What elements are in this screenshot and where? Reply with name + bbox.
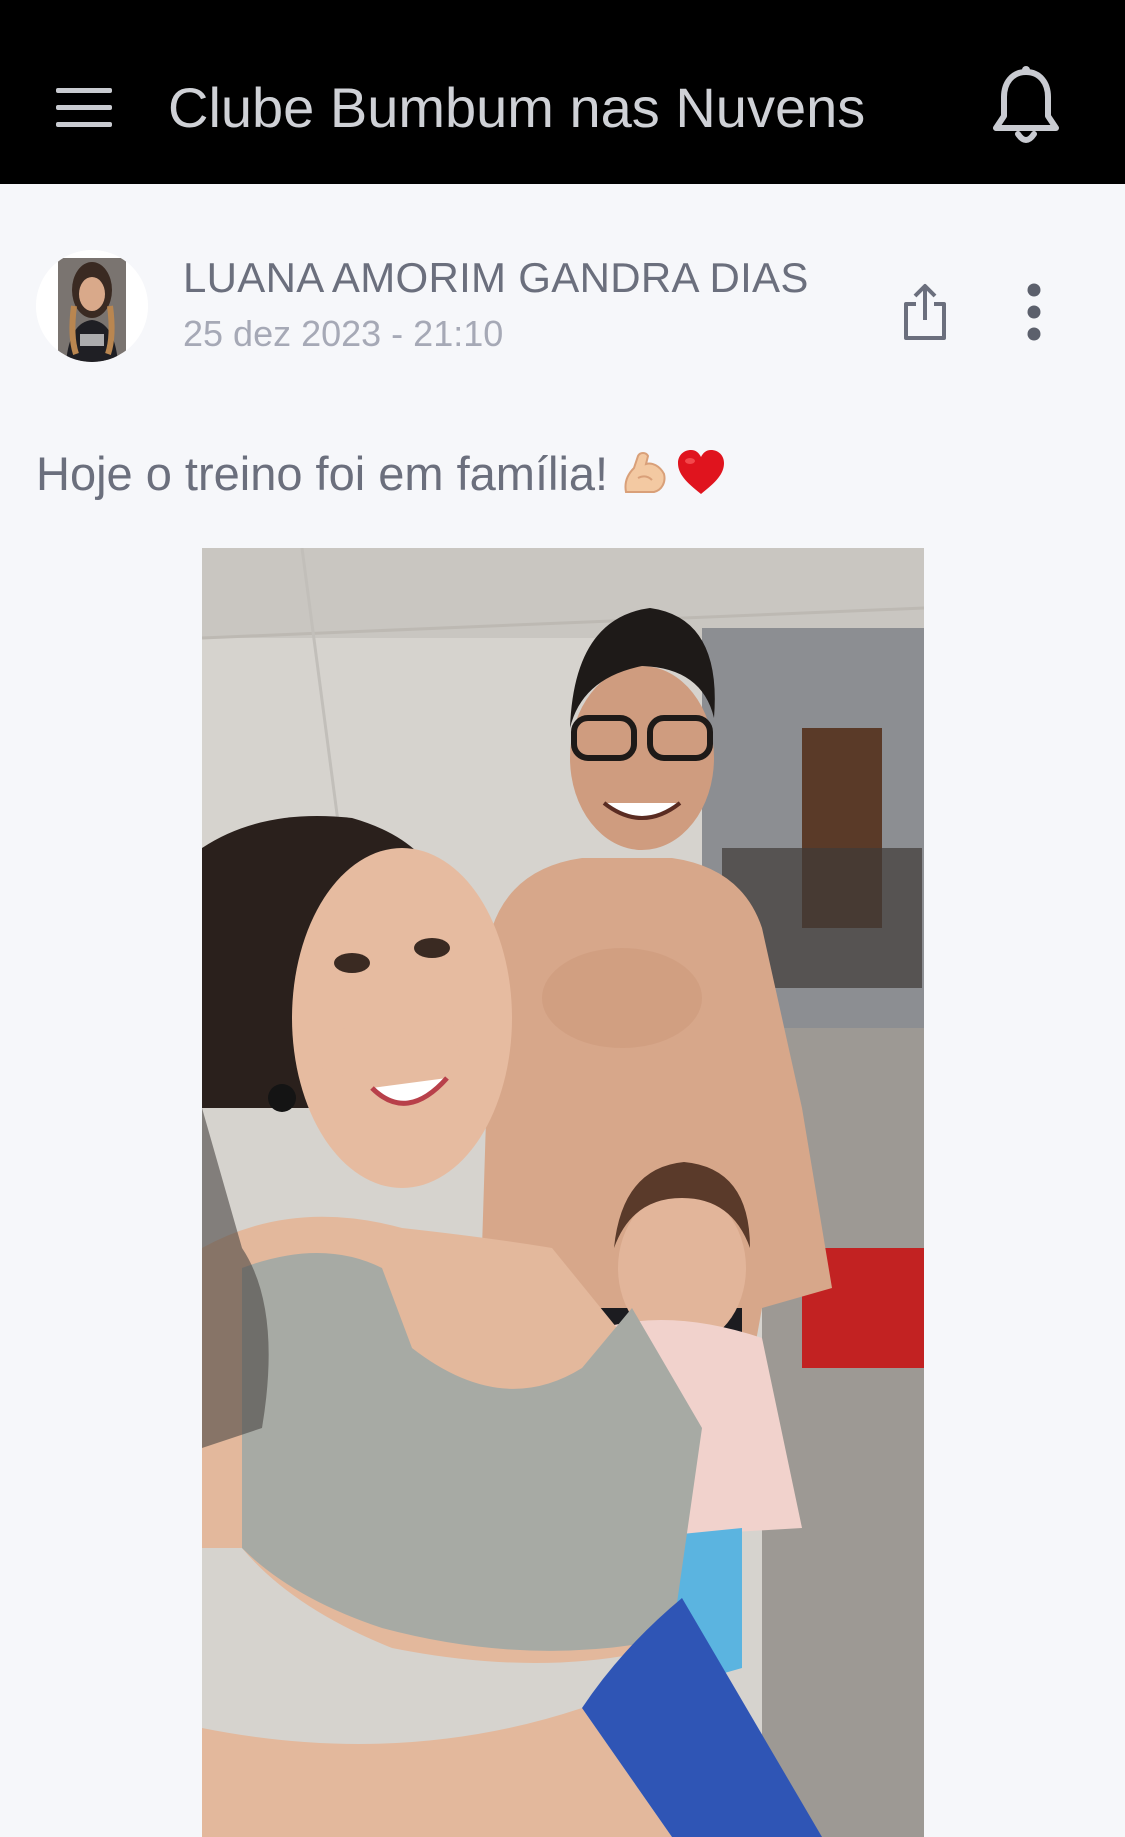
more-vertical-icon[interactable] <box>1016 280 1052 344</box>
hamburger-menu-icon[interactable] <box>56 88 112 128</box>
top-app-bar: Clube Bumbum nas Nuvens <box>0 0 1125 184</box>
post-header: LUANA AMORIM GANDRA DIAS 25 dez 2023 - 2… <box>0 184 1125 384</box>
author-name[interactable]: LUANA AMORIM GANDRA DIAS <box>183 252 809 304</box>
red-heart-icon <box>676 448 726 496</box>
flexed-biceps-icon <box>620 448 668 496</box>
bell-icon[interactable] <box>990 64 1062 148</box>
author-avatar[interactable] <box>36 250 148 362</box>
post-photo[interactable] <box>202 548 924 1837</box>
post-caption: Hoje o treino foi em família! <box>36 447 609 500</box>
app-title: Clube Bumbum nas Nuvens <box>168 76 866 139</box>
post-text: Hoje o treino foi em família! <box>36 446 726 501</box>
post-date: 25 dez 2023 - 21:10 <box>183 313 504 354</box>
share-icon[interactable] <box>900 280 950 344</box>
